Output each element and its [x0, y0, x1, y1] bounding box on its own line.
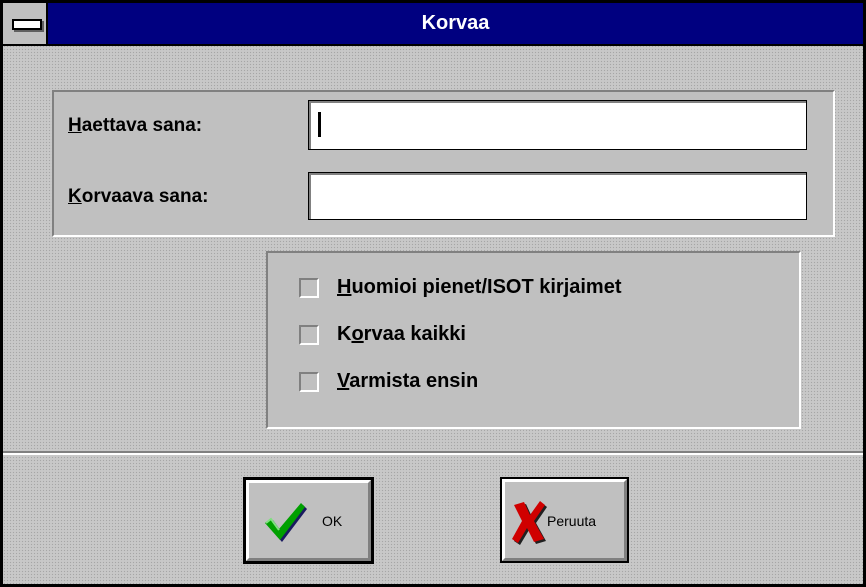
cancel-button-label: Peruuta [547, 513, 597, 529]
word-fields-group: Haettava sana: Korvaava sana: [52, 90, 835, 237]
separator-highlight [3, 453, 863, 455]
title-bar[interactable]: Korvaa [3, 3, 863, 46]
x-cross-icon [512, 501, 547, 545]
checkmark-icon [265, 503, 307, 542]
search-word-input-text[interactable] [309, 101, 806, 149]
ok-button-label: OK [322, 513, 343, 529]
ok-button[interactable]: OK [243, 477, 374, 564]
match-case-label: Huomioi pienet/ISOT kirjaimet [337, 276, 622, 298]
search-word-input[interactable] [308, 100, 807, 150]
replace-all-label: Korvaa kaikki [337, 323, 466, 345]
system-menu-button[interactable] [3, 3, 48, 44]
replace-word-label: Korvaava sana: [68, 186, 209, 207]
options-group: Huomioi pienet/ISOT kirjaimet Korvaa kai… [266, 251, 801, 429]
cancel-button[interactable]: Peruuta [500, 477, 629, 563]
replace-dialog: Korvaa Haettava sana: Korvaava sana: Huo… [0, 0, 866, 587]
match-case-checkbox[interactable] [299, 278, 319, 298]
replace-all-checkbox[interactable] [299, 325, 319, 345]
window-title: Korvaa [421, 12, 490, 34]
replace-word-input-text[interactable] [309, 173, 806, 219]
replace-word-input[interactable] [308, 172, 807, 220]
confirm-first-label: Varmista ensin [337, 370, 479, 392]
confirm-first-checkbox[interactable] [299, 372, 319, 392]
search-word-label: Haettava sana: [68, 115, 203, 136]
text-cursor [318, 112, 321, 137]
system-menu-icon [12, 19, 42, 30]
